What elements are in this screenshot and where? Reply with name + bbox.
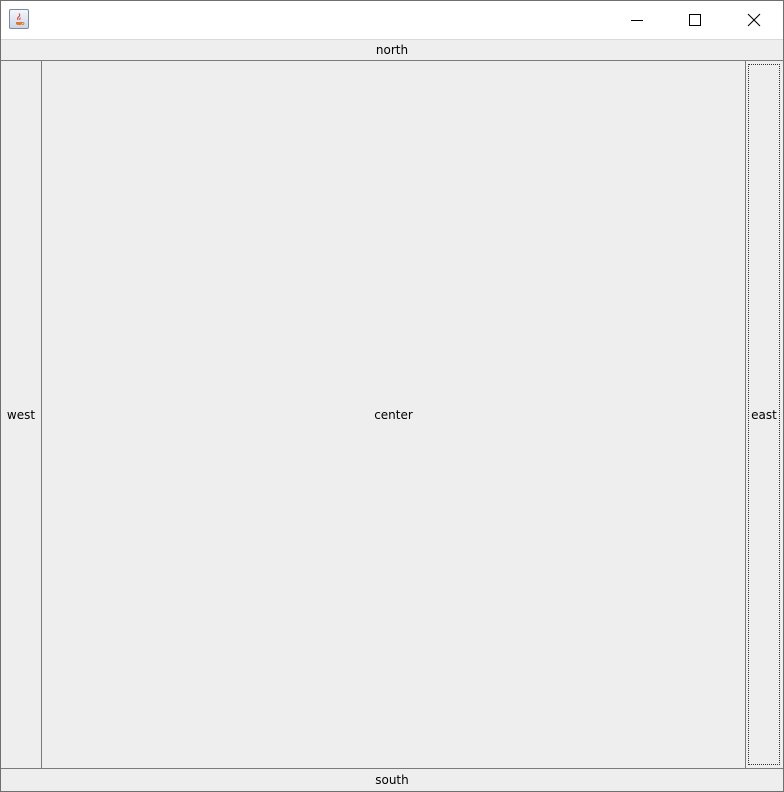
east-button[interactable]: east [746,61,783,768]
minimize-icon [631,20,643,21]
minimize-button[interactable] [608,1,666,39]
south-button[interactable]: south [1,768,783,791]
center-button[interactable]: center [42,61,746,768]
east-label: east [751,407,777,422]
center-label: center [374,407,413,422]
west-label: west [6,407,36,422]
maximize-button[interactable] [666,1,724,39]
north-label: north [375,43,409,57]
west-button[interactable]: west [1,61,42,768]
title-bar[interactable] [1,1,783,39]
application-window: north west center east south [0,0,784,792]
focus-ring: east [748,64,780,765]
south-label: south [375,773,409,787]
maximize-icon [689,14,701,26]
close-icon [747,13,761,27]
close-button[interactable] [725,1,783,39]
north-button[interactable]: north [1,39,783,61]
java-app-icon[interactable] [9,9,29,29]
